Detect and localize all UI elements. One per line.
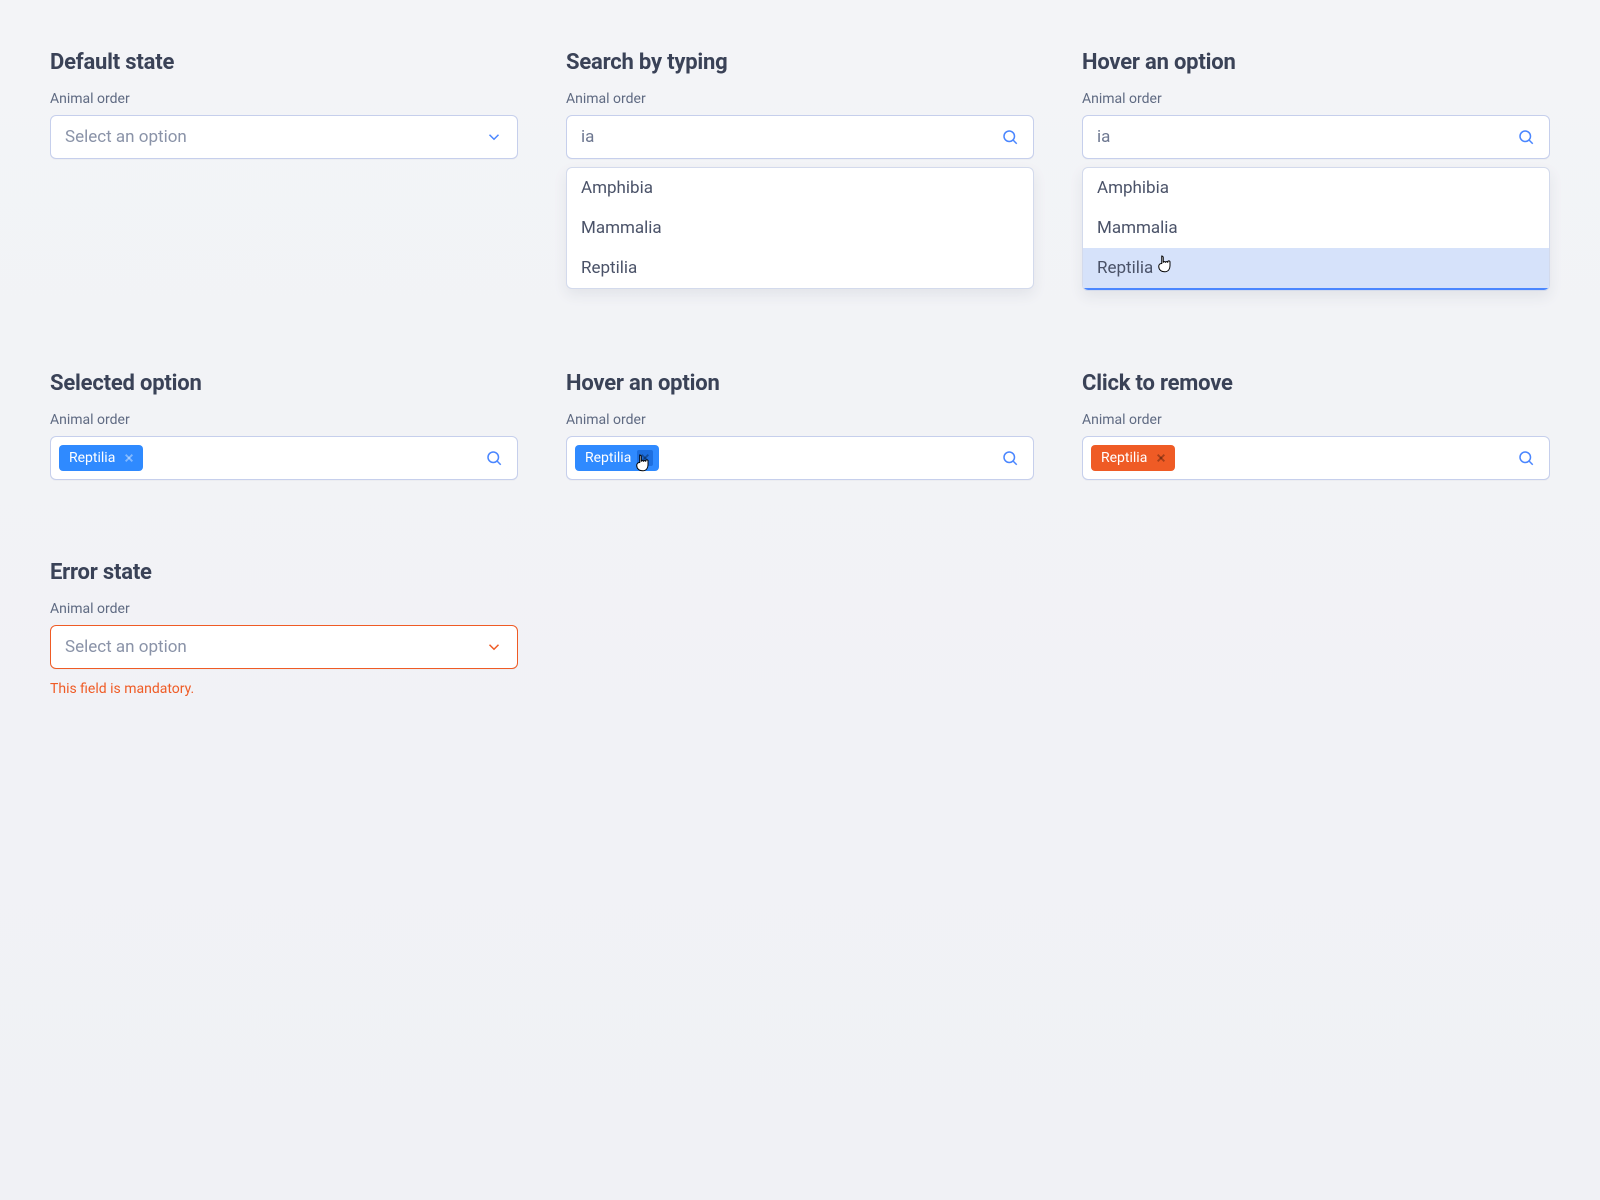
- search-icon: [1517, 449, 1535, 467]
- section-title-default: Default state: [50, 50, 518, 75]
- field-label: Animal order: [50, 601, 518, 617]
- section-title-hover-option: Hover an option: [1082, 50, 1550, 75]
- select-search-input[interactable]: ia: [1082, 115, 1550, 159]
- field-label: Animal order: [566, 91, 1034, 107]
- select-default[interactable]: Select an option: [50, 115, 518, 159]
- field-label: Animal order: [1082, 91, 1550, 107]
- select-search-input[interactable]: ia: [566, 115, 1034, 159]
- search-icon: [1001, 449, 1019, 467]
- chevron-down-icon: [485, 128, 503, 146]
- field-label: Animal order: [50, 412, 518, 428]
- select-placeholder: Select an option: [65, 637, 187, 657]
- dropdown-option-reptilia[interactable]: Reptilia: [1083, 248, 1549, 290]
- selected-tag[interactable]: Reptilia: [575, 445, 659, 471]
- cursor-pointer-icon: [1155, 254, 1173, 276]
- tag-label: Reptilia: [69, 450, 115, 466]
- dropdown-list: Amphibia Mammalia Reptilia: [566, 167, 1034, 289]
- search-input-text: ia: [581, 127, 594, 147]
- select-error[interactable]: Select an option: [50, 625, 518, 669]
- section-title-selected: Selected option: [50, 371, 518, 396]
- remove-tag-icon[interactable]: [121, 450, 137, 466]
- option-label: Reptilia: [1097, 258, 1153, 278]
- section-title-remove: Click to remove: [1082, 371, 1550, 396]
- remove-tag-icon[interactable]: [1153, 450, 1169, 466]
- field-label: Animal order: [1082, 412, 1550, 428]
- section-title-search: Search by typing: [566, 50, 1034, 75]
- search-input-text: ia: [1097, 127, 1110, 147]
- select-tag-hover[interactable]: Reptilia: [566, 436, 1034, 480]
- search-icon: [485, 449, 503, 467]
- select-tag-removing[interactable]: Reptilia: [1082, 436, 1550, 480]
- field-label: Animal order: [50, 91, 518, 107]
- search-icon: [1001, 128, 1019, 146]
- tag-label: Reptilia: [1101, 450, 1147, 466]
- field-label: Animal order: [566, 412, 1034, 428]
- tag-label: Reptilia: [585, 450, 631, 466]
- selected-tag-removing[interactable]: Reptilia: [1091, 445, 1175, 471]
- select-selected[interactable]: Reptilia: [50, 436, 518, 480]
- section-title-hover-tag: Hover an option: [566, 371, 1034, 396]
- section-title-error: Error state: [50, 560, 518, 585]
- chevron-down-icon: [485, 638, 503, 656]
- dropdown-option-amphibia[interactable]: Amphibia: [567, 168, 1033, 208]
- selected-tag[interactable]: Reptilia: [59, 445, 143, 471]
- dropdown-option-reptilia[interactable]: Reptilia: [567, 248, 1033, 288]
- select-placeholder: Select an option: [65, 127, 187, 147]
- search-icon: [1517, 128, 1535, 146]
- remove-tag-icon[interactable]: [637, 450, 653, 466]
- error-message: This field is mandatory.: [50, 681, 518, 697]
- dropdown-option-mammalia[interactable]: Mammalia: [1083, 208, 1549, 248]
- dropdown-option-amphibia[interactable]: Amphibia: [1083, 168, 1549, 208]
- dropdown-list: Amphibia Mammalia Reptilia: [1082, 167, 1550, 291]
- dropdown-option-mammalia[interactable]: Mammalia: [567, 208, 1033, 248]
